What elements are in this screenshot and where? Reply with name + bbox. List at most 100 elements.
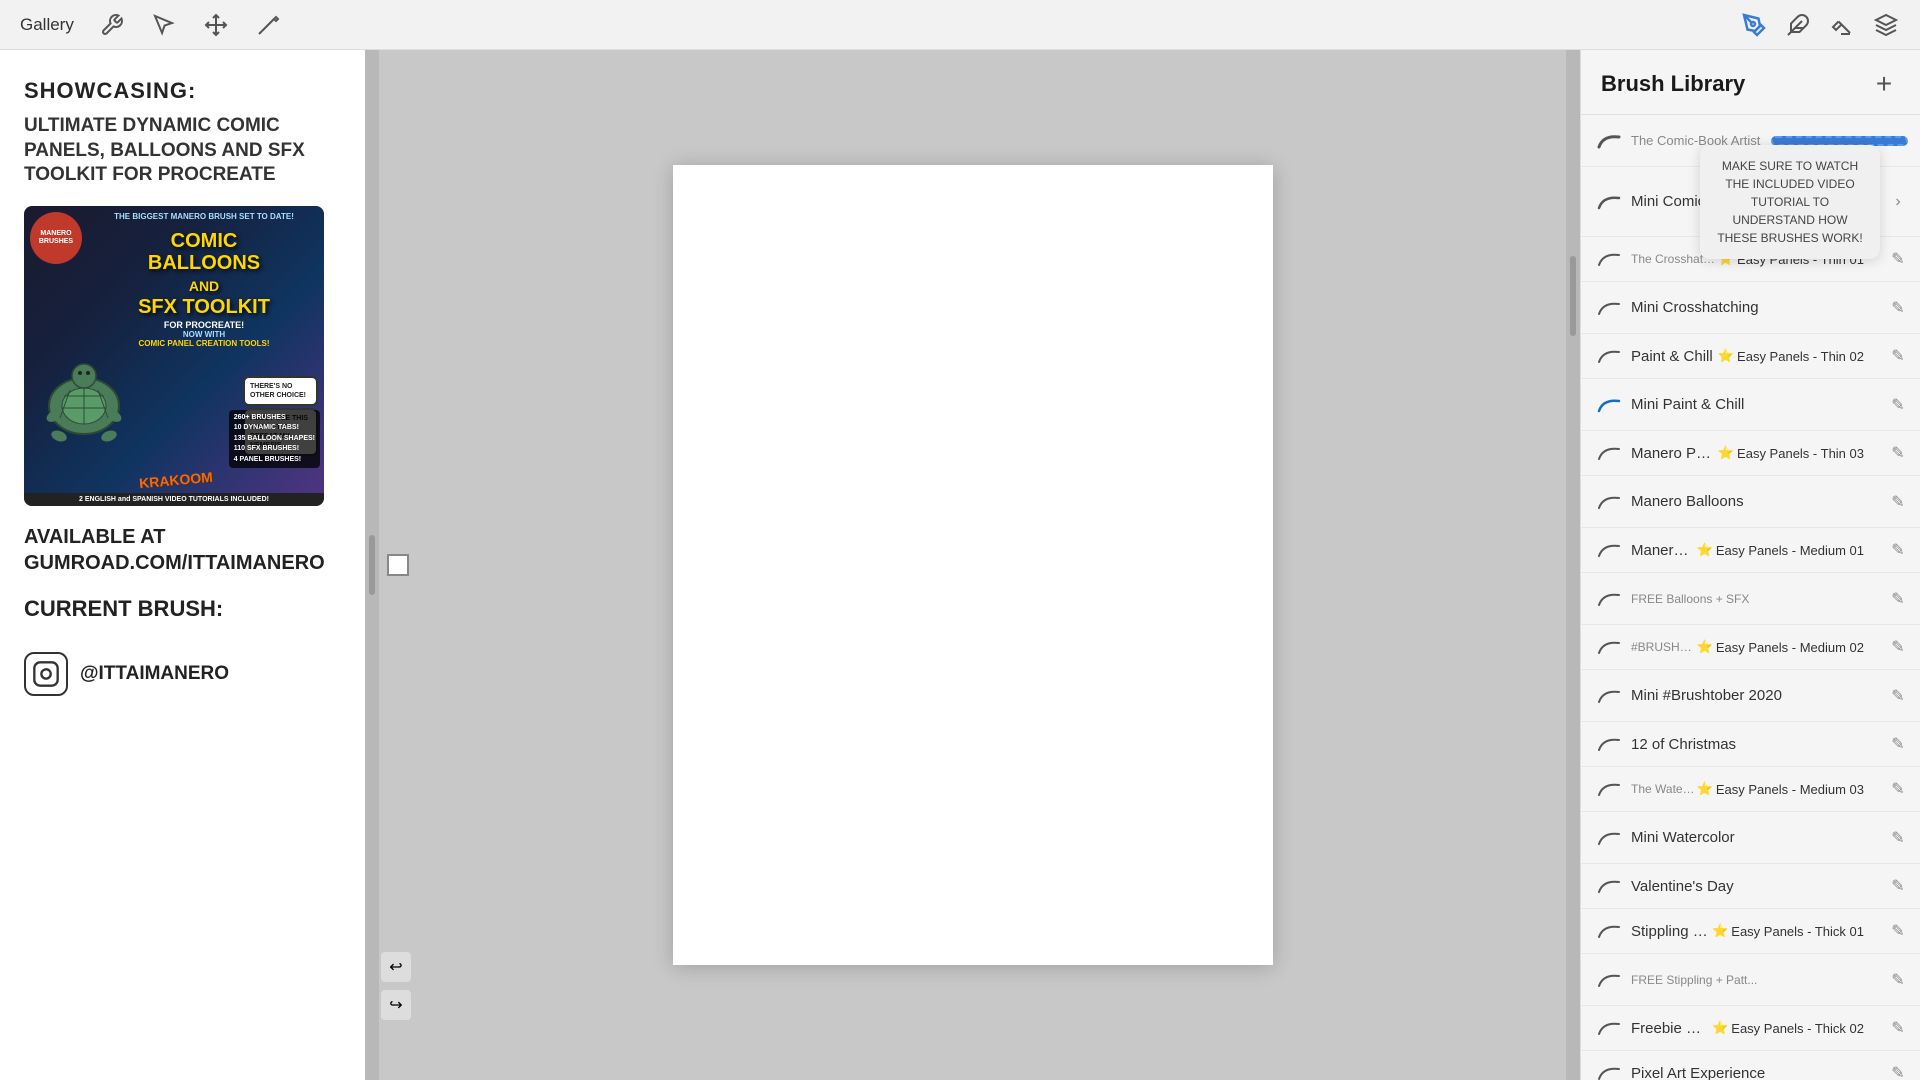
instagram-icon[interactable] [24,652,68,696]
easy-panel-label: ⭐ Easy Panels - Thick 01 [1712,923,1888,939]
brush-stroke-icon [1593,1057,1625,1080]
brush-edit-icon[interactable]: ✎ [1888,1063,1908,1080]
list-item[interactable]: #BRUSHTOBER 2020 ⭐ Easy Panels - Medium … [1581,625,1920,670]
easy-panel-label: ⭐ Easy Panels - Thin 02 [1718,348,1888,364]
undo-button[interactable]: ↩ [381,952,411,982]
brush-add-button[interactable]: + [1868,68,1900,100]
brush-name: FREE Stippling + Patt... [1631,973,1888,987]
brush-stroke-icon [1593,340,1625,372]
list-item[interactable]: Manero Balloons ✎ [1581,476,1920,528]
product-title: Ultimate Dynamic Comic Panels, Balloons … [24,114,341,188]
brush-stroke-icon [1593,292,1625,324]
brush-edit-icon[interactable]: ✎ [1888,779,1908,799]
brush-library-panel: Brush Library + The Comic-Book Artist [1580,50,1920,1080]
redo-button[interactable]: ↪ [381,990,411,1020]
list-item[interactable]: Paint & Chill ⭐ Easy Panels - Thin 02 ✎ [1581,334,1920,379]
brush-stroke-icon [1593,186,1625,218]
brush-stroke-icon [1593,389,1625,421]
brush-stroke-icon [1593,534,1625,566]
brush-edit-icon[interactable]: › [1888,192,1908,212]
brush-edit-icon[interactable]: ✎ [1888,734,1908,754]
brush-edit-icon[interactable]: ✎ [1888,443,1908,463]
list-item[interactable]: FREE Stippling + Patt... ✎ [1581,954,1920,1006]
list-item[interactable]: Freebie Of The Month ⭐ Easy Panels - Thi… [1581,1006,1920,1051]
brush-stroke-icon [1593,125,1625,157]
easy-panel-label: ⭐ Easy Panels - Thick 02 [1712,1020,1888,1036]
bottom-banner: 2 ENGLISH and SPANISH VIDEO TUTORIALS IN… [24,493,324,506]
canvas-checkbox[interactable] [387,554,409,576]
undo-redo-area: ↩ ↪ [381,952,411,1020]
pencil-icon[interactable] [254,11,282,39]
brush-edit-icon[interactable]: ✎ [1888,540,1908,560]
list-item[interactable]: Mini Watercolor ✎ [1581,812,1920,864]
brush-stroke-icon [1593,1012,1625,1044]
brush-name: Manero Balloons [1631,493,1888,510]
wrench-icon[interactable] [98,11,126,39]
brush-tooltip: MAKE SURE TO WATCH THE INCLUDED VIDEO TU… [1700,145,1880,259]
opacity-slider[interactable] [1570,256,1576,336]
list-item[interactable]: 12 of Christmas ✎ [1581,722,1920,767]
transform-icon[interactable] [202,11,230,39]
brush-edit-icon[interactable]: ✎ [1888,921,1908,941]
manero-badge: MANEROBRUSHES [37,228,75,249]
brush-stroke-icon [1593,870,1625,902]
brush-name: Stippling + Patterns [1631,923,1712,940]
list-item[interactable]: The Watercolor Exper... ⭐ Easy Panels - … [1581,767,1920,812]
pen-tool-icon[interactable] [1740,11,1768,39]
brush-stroke-icon [1593,243,1625,275]
brush-name: Freebie Of The Month [1631,1020,1712,1037]
list-item[interactable]: Mini #Brushtober 2020 ✎ [1581,670,1920,722]
brush-stroke-icon [1593,915,1625,947]
brush-name: Manero Sfx [1631,542,1697,559]
brush-edit-icon[interactable]: ✎ [1888,876,1908,896]
canvas-left-bar [365,50,379,1080]
brush-name: #BRUSHTOBER 2020 [1631,640,1697,654]
layers-icon[interactable] [1872,11,1900,39]
list-item[interactable]: Mini Crosshatching ✎ [1581,282,1920,334]
easy-panel-label: ⭐ Easy Panels - Medium 01 [1697,542,1888,558]
brush-stroke-icon [1593,773,1625,805]
list-item[interactable]: Stippling + Patterns ⭐ Easy Panels - Thi… [1581,909,1920,954]
brush-stroke-icon [1593,964,1625,996]
comic-main-title: COMICBALLOONSANDSFX TOOLKIT [90,230,318,318]
brush-stroke-icon [1593,728,1625,760]
available-label: Available at Gumroad.com/ittaimanero [24,524,341,576]
brush-edit-icon[interactable]: ✎ [1888,492,1908,512]
canvas-right-bar [1566,50,1580,1080]
smudge-icon[interactable] [1784,11,1812,39]
list-item[interactable]: Mini Paint & Chill ✎ [1581,379,1920,431]
list-item[interactable]: Manero Panels ⭐ Easy Panels - Thin 03 ✎ [1581,431,1920,476]
toolbar: Gallery [0,0,1920,50]
brush-name: FREE Balloons + SFX [1631,592,1888,606]
list-item[interactable]: Pixel Art Experience ✎ [1581,1051,1920,1080]
brush-name: Mini #Brushtober 2020 [1631,687,1888,704]
canvas-drawing-area[interactable] [673,165,1273,965]
brush-list: The Comic-Book Artist Mini Comic Set MAK… [1581,115,1920,1080]
krakoom-text: KRAKOOM [138,469,213,491]
list-item[interactable]: FREE Balloons + SFX ✎ [1581,573,1920,625]
brush-stroke-icon [1593,437,1625,469]
easy-panel-label: ⭐ Easy Panels - Thin 03 [1718,445,1888,461]
brush-edit-icon[interactable]: ✎ [1888,249,1908,269]
brush-edit-icon[interactable]: ✎ [1888,346,1908,366]
gallery-button[interactable]: Gallery [20,15,74,35]
brush-panel-header: Brush Library + [1581,50,1920,115]
brush-edit-icon[interactable]: ✎ [1888,637,1908,657]
brush-edit-icon[interactable]: ✎ [1888,828,1908,848]
brush-edit-icon[interactable]: ✎ [1888,1018,1908,1038]
brush-edit-icon[interactable]: ✎ [1888,589,1908,609]
brush-name: Paint & Chill [1631,348,1718,365]
brush-edit-icon[interactable]: ✎ [1888,686,1908,706]
list-item[interactable]: Valentine's Day ✎ [1581,864,1920,909]
eraser-icon[interactable] [1828,11,1856,39]
brush-edit-icon[interactable]: ✎ [1888,970,1908,990]
for-procreate-label: FOR PROCREATE! [90,320,318,330]
brush-name: 12 of Christmas [1631,736,1888,753]
selection-icon[interactable] [150,11,178,39]
brush-edit-icon[interactable]: ✎ [1888,298,1908,318]
list-item[interactable]: Mini Comic Set MAKE SURE TO WATCH THE IN… [1581,167,1920,237]
list-item[interactable]: Manero Sfx ⭐ Easy Panels - Medium 01 ✎ [1581,528,1920,573]
brush-edit-icon[interactable]: ✎ [1888,395,1908,415]
size-slider[interactable] [369,535,375,595]
showcasing-label: Showcasing: [24,78,341,104]
